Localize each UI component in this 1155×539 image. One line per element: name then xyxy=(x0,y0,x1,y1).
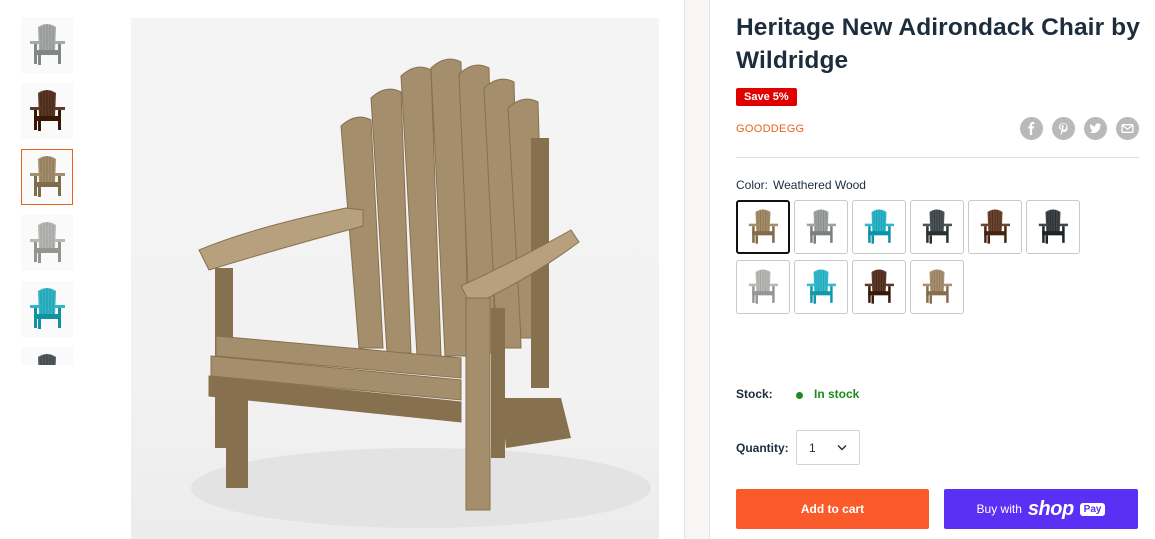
thumbnail-thumb-gray[interactable] xyxy=(21,17,73,73)
quantity-select[interactable]: 1 xyxy=(796,430,860,465)
color-option-label: Color: Weathered Wood xyxy=(736,178,866,192)
main-product-image[interactable] xyxy=(131,18,659,539)
adirondack-chair-image xyxy=(191,58,651,528)
color-swatch-weathered-2[interactable] xyxy=(910,260,964,314)
color-swatches xyxy=(736,200,1096,314)
thumbnail-thumb-dark-gray[interactable] xyxy=(21,347,73,365)
shop-logo: shop xyxy=(1027,497,1074,520)
thumbnail-thumb-aqua[interactable] xyxy=(21,281,73,337)
thumbnail-gallery xyxy=(21,17,73,365)
color-swatch-aqua[interactable] xyxy=(852,200,906,254)
color-swatch-aqua-2[interactable] xyxy=(794,260,848,314)
email-icon[interactable] xyxy=(1116,117,1139,140)
vendor-link[interactable]: GOODDEGG xyxy=(736,123,804,135)
share-buttons xyxy=(1020,117,1139,140)
facebook-icon[interactable] xyxy=(1020,117,1043,140)
buy-with-label: Buy with xyxy=(976,502,1022,516)
pay-badge: Pay xyxy=(1079,502,1106,516)
color-swatch-weathered-wood[interactable] xyxy=(736,200,790,254)
quantity-value: 1 xyxy=(809,440,816,455)
chevron-down-icon xyxy=(837,445,847,451)
color-swatch-light-gray[interactable] xyxy=(736,260,790,314)
column-divider xyxy=(684,0,710,539)
color-swatch-brown[interactable] xyxy=(968,200,1022,254)
quantity-label: Quantity: xyxy=(736,441,789,455)
stock-status: In stock xyxy=(814,387,860,401)
save-badge: Save 5% xyxy=(736,88,797,106)
selected-color-value: Weathered Wood xyxy=(773,178,866,192)
divider xyxy=(736,157,1139,158)
in-stock-dot-icon xyxy=(796,392,803,399)
buy-with-shop-pay-button[interactable]: Buy with shop Pay xyxy=(944,489,1138,529)
thumbnail-thumb-brown[interactable] xyxy=(21,83,73,139)
thumbnail-thumb-light-gray[interactable] xyxy=(21,215,73,271)
color-swatch-gray[interactable] xyxy=(794,200,848,254)
pinterest-icon[interactable] xyxy=(1052,117,1075,140)
thumbnail-thumb-weathered[interactable] xyxy=(21,149,73,205)
twitter-icon[interactable] xyxy=(1084,117,1107,140)
color-swatch-chestnut[interactable] xyxy=(852,260,906,314)
color-swatch-dark-gray[interactable] xyxy=(910,200,964,254)
color-label-text: Color: xyxy=(736,178,769,192)
product-title: Heritage New Adirondack Chair by Wildrid… xyxy=(736,14,1140,74)
stock-label: Stock: xyxy=(736,387,773,401)
add-to-cart-button[interactable]: Add to cart xyxy=(736,489,929,529)
color-swatch-black-gray[interactable] xyxy=(1026,200,1080,254)
